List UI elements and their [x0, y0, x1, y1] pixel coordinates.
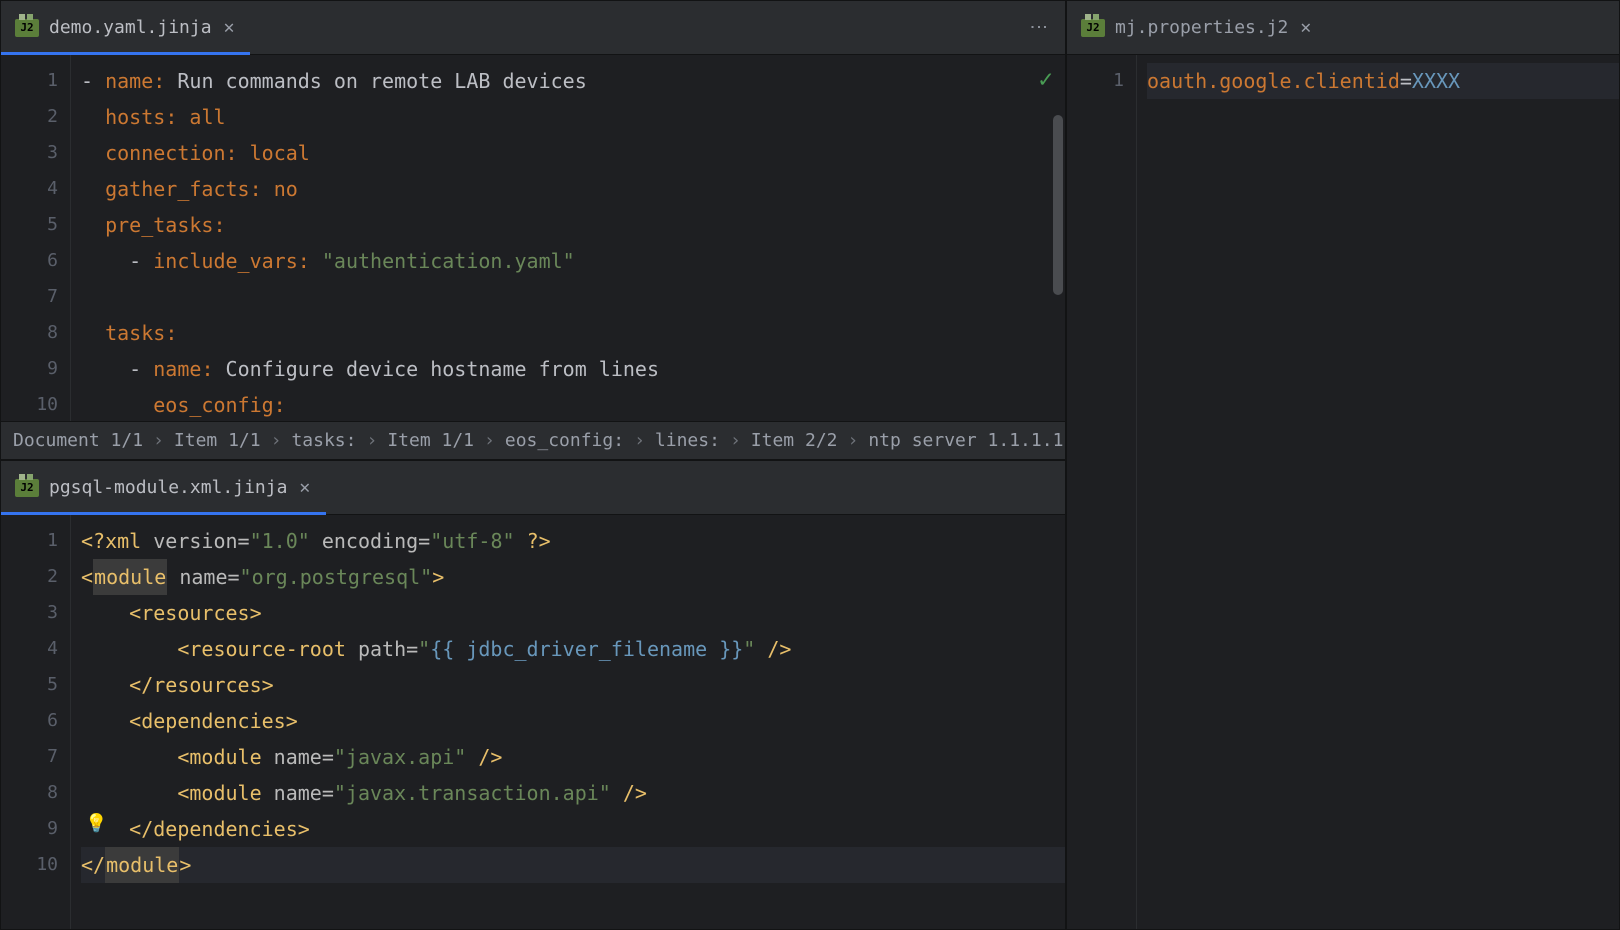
scrollbar-thumb[interactable]: [1053, 115, 1063, 295]
editor-area[interactable]: 1 oauth.google.clientid=XXXX: [1067, 55, 1619, 929]
tab-overflow-menu-icon[interactable]: ⋮: [1012, 1, 1065, 54]
problems-ok-icon[interactable]: ✓: [1039, 65, 1053, 93]
editor-pane-properties: J2 mj.properties.j2 ✕ 1 oauth.google.cli…: [1066, 0, 1620, 930]
line-number-gutter: 1 2 3 4 5 6 7 8 9 10: [1, 515, 71, 929]
line-number-gutter: 1 2 3 4 5 6 7 8 9 10: [1, 55, 71, 421]
code-content[interactable]: - name: Run commands on remote LAB devic…: [71, 55, 1065, 421]
editor-tab-demo-yaml[interactable]: J2 demo.yaml.jinja ✕: [1, 1, 250, 54]
breadcrumb-item[interactable]: eos_config:: [505, 430, 624, 451]
line-number-gutter: 1: [1067, 55, 1137, 929]
breadcrumb-item[interactable]: Document 1/1: [13, 430, 143, 451]
breadcrumb-item[interactable]: Item 2/2: [751, 430, 838, 451]
editor-pane-xml: J2 pgsql-module.xml.jinja ✕ 1 2 3 4 5 6 …: [0, 460, 1066, 930]
close-icon[interactable]: ✕: [1298, 17, 1313, 39]
tab-bar: J2 demo.yaml.jinja ✕ ⋮: [1, 1, 1065, 55]
tab-title: mj.properties.j2: [1115, 17, 1288, 38]
breadcrumb-item[interactable]: lines:: [655, 430, 720, 451]
app-root: J2 demo.yaml.jinja ✕ ⋮ 1 2 3 4 5 6 7 8 9…: [0, 0, 1620, 930]
breadcrumb-item[interactable]: tasks:: [291, 430, 356, 451]
jinja-file-icon: J2: [15, 479, 39, 497]
code-content[interactable]: oauth.google.clientid=XXXX: [1137, 55, 1619, 929]
editor-pane-yaml: J2 demo.yaml.jinja ✕ ⋮ 1 2 3 4 5 6 7 8 9…: [0, 0, 1066, 460]
breadcrumb-item[interactable]: Item 1/1: [174, 430, 261, 451]
jinja-file-icon: J2: [15, 19, 39, 37]
tab-bar: J2 pgsql-module.xml.jinja ✕: [1, 461, 1065, 515]
breadcrumb-item[interactable]: Item 1/1: [387, 430, 474, 451]
tab-title: pgsql-module.xml.jinja: [49, 477, 287, 498]
code-content[interactable]: <?xml version="1.0" encoding="utf-8" ?> …: [71, 515, 1065, 929]
breadcrumb-bar: Document 1/1› Item 1/1› tasks:› Item 1/1…: [1, 421, 1065, 459]
tab-title: demo.yaml.jinja: [49, 17, 212, 38]
close-icon[interactable]: ✕: [297, 477, 312, 499]
close-icon[interactable]: ✕: [222, 17, 237, 39]
editor-tab-mj-properties[interactable]: J2 mj.properties.j2 ✕: [1067, 1, 1327, 54]
jinja-file-icon: J2: [1081, 19, 1105, 37]
tab-bar: J2 mj.properties.j2 ✕: [1067, 1, 1619, 55]
editor-tab-pgsql-module[interactable]: J2 pgsql-module.xml.jinja ✕: [1, 461, 326, 514]
editor-area[interactable]: 1 2 3 4 5 6 7 8 9 10 - name: Run command…: [1, 55, 1065, 421]
editor-area[interactable]: 1 2 3 4 5 6 7 8 9 10 <?xml version="1.0"…: [1, 515, 1065, 929]
intention-bulb-icon[interactable]: 💡: [85, 813, 109, 834]
breadcrumb-item[interactable]: ntp server 1.1.1.1: [868, 430, 1063, 451]
